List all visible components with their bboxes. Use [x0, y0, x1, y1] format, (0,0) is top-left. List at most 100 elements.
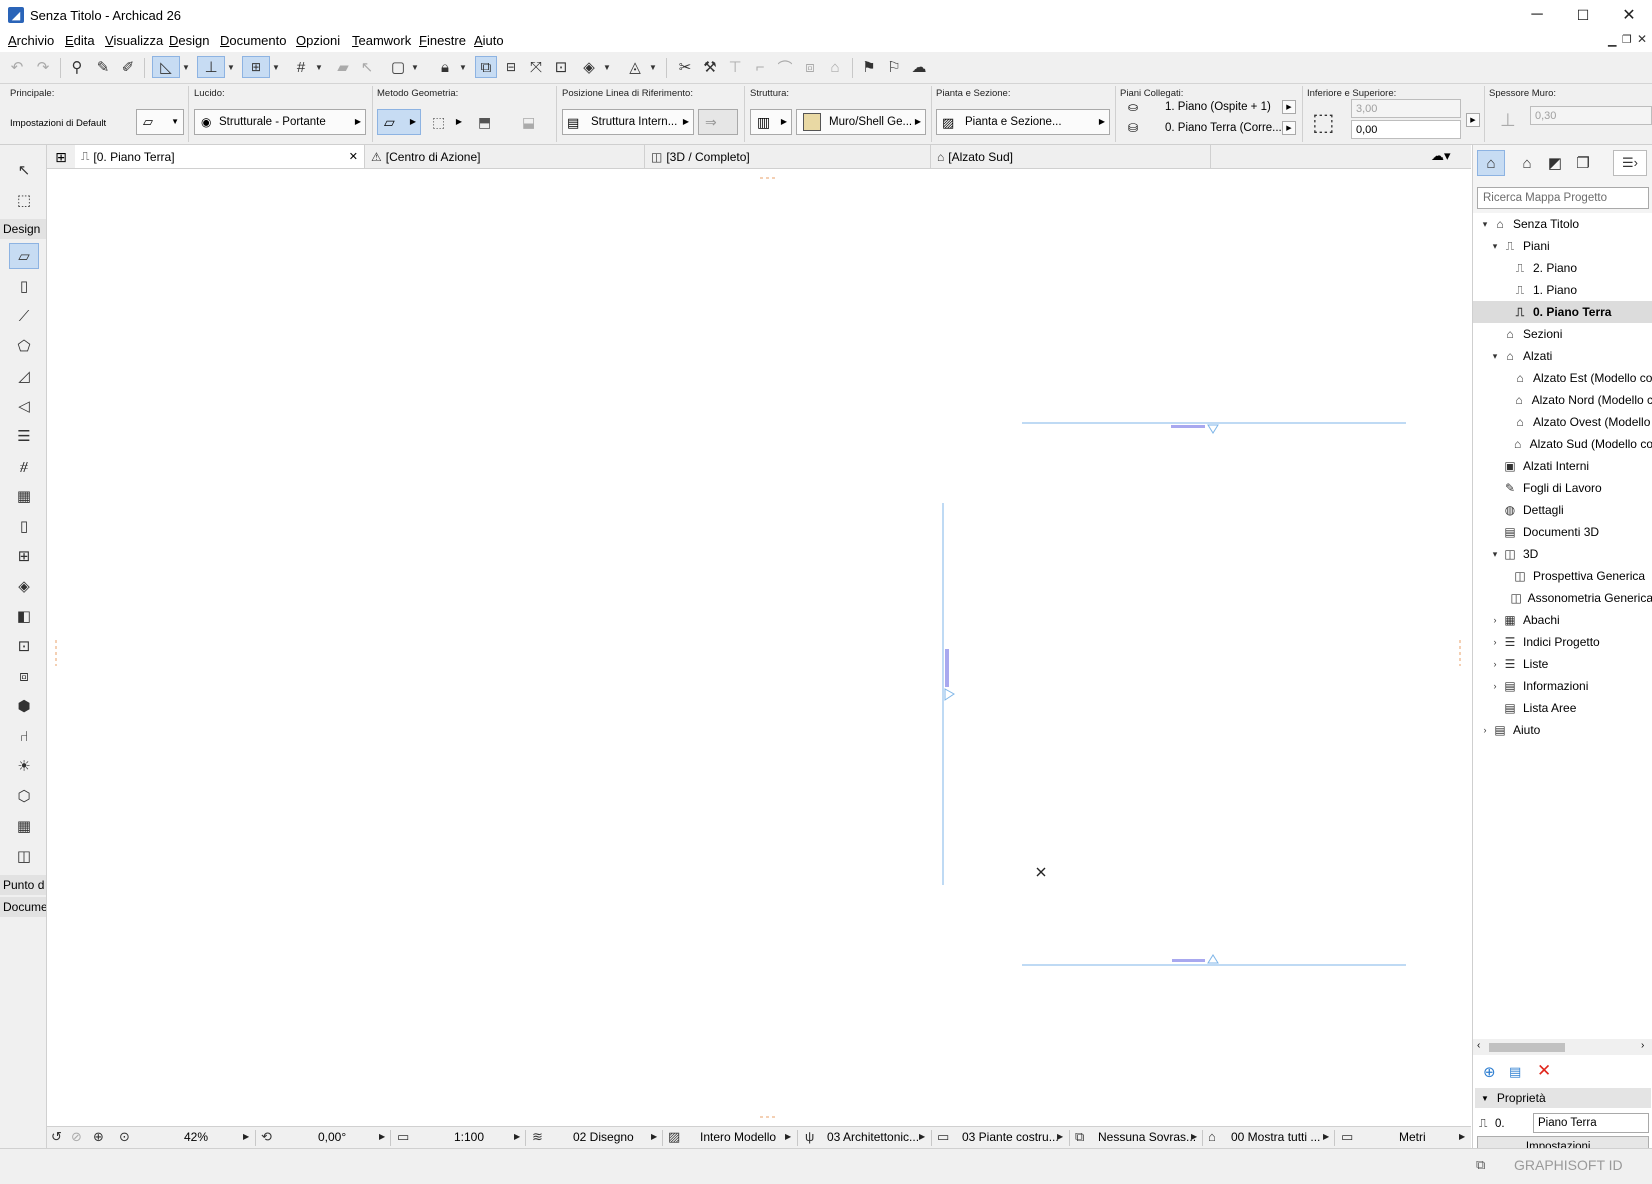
polygon-geometry-button[interactable]: ⬒ [471, 109, 507, 135]
story-name-field[interactable]: Piano Terra [1533, 1113, 1649, 1133]
redo-zoom-icon[interactable]: ⊘ [71, 1129, 82, 1145]
renovation-filter-value[interactable]: 00 Mostra tutti ... [1231, 1130, 1320, 1144]
teamwork-dropdown-icon[interactable]: ▼ [647, 56, 659, 78]
scroll-left-icon[interactable]: ‹ [1477, 1040, 1480, 1051]
menu-opzioni[interactable]: Opzioni [296, 33, 340, 48]
wall-thickness-field[interactable]: 0,30 [1530, 106, 1652, 125]
top-link-menu-button[interactable]: ▶ [1282, 100, 1296, 114]
reference-line-selector[interactable]: ▤ Struttura Intern... ▶ [562, 109, 694, 135]
tree-item[interactable]: › ▤ Informazioni [1473, 675, 1652, 697]
lock-icon[interactable]: 🔒︎ [434, 56, 456, 78]
teamwork-icon[interactable]: ◬ [624, 56, 646, 78]
coordinates-icon[interactable]: ⊞ [242, 56, 270, 78]
lamp-tool-icon[interactable]: ☀ [9, 753, 39, 779]
syringe-icon[interactable]: ✐ [117, 56, 139, 78]
expand-chevron-icon[interactable]: › [1489, 681, 1501, 691]
tree-item[interactable]: ⎍ 1. Piano [1473, 279, 1652, 301]
tree-item[interactable]: ✎ Fogli di Lavoro [1473, 477, 1652, 499]
windows-icon[interactable]: ⧉ [1476, 1157, 1485, 1173]
undo-icon[interactable]: ↶ [6, 56, 28, 78]
tab-plan[interactable]: ⎍ [0. Piano Terra] ✕ [75, 145, 365, 168]
tree-item[interactable]: ▤ Lista Aree [1473, 697, 1652, 719]
pointer-trace-icon[interactable]: ↖ [356, 56, 378, 78]
building-material-selector[interactable]: Muro/Shell Ge... ▶ [796, 109, 926, 135]
layers-toggle-icon[interactable]: ⧉ [475, 56, 497, 78]
undo-zoom-icon[interactable]: ↺ [51, 1129, 62, 1145]
minimize-button[interactable]: ─ [1514, 0, 1560, 30]
top-offset-field[interactable]: 3,00 [1351, 99, 1461, 118]
tree-item[interactable]: ◫ Prospettiva Generica [1473, 565, 1652, 587]
chevron-right-icon[interactable]: ▶ [785, 1132, 791, 1141]
wall-end-tool-icon[interactable]: ◧ [9, 603, 39, 629]
intersect-icon[interactable]: ⊤ [724, 56, 746, 78]
top-elevation-marker[interactable] [1171, 425, 1205, 428]
navigator-menu-icon[interactable]: ☰› [1613, 150, 1647, 176]
chevron-right-icon[interactable]: ▶ [514, 1132, 520, 1141]
corner-window-tool-icon[interactable]: ⊡ [9, 633, 39, 659]
trace-icon[interactable]: ▰ [332, 56, 354, 78]
chevron-right-icon[interactable]: ▶ [1323, 1132, 1329, 1141]
object-tool-icon[interactable]: ⑁ [9, 723, 39, 749]
chevron-right-icon[interactable]: ▶ [1191, 1132, 1197, 1141]
tree-horizontal-scrollbar[interactable]: ‹ › [1473, 1039, 1652, 1055]
frame-dropdown-icon[interactable]: ▼ [409, 56, 421, 78]
scroll-right-icon[interactable]: › [1641, 1040, 1644, 1051]
lock-dropdown-icon[interactable]: ▼ [457, 56, 469, 78]
flag-icon[interactable]: ⚑ [858, 56, 880, 78]
menu-documento[interactable]: Documento [220, 33, 286, 48]
tree-item[interactable]: ▣ Alzati Interni [1473, 455, 1652, 477]
menu-visualizza[interactable]: Visualizza [105, 33, 163, 48]
expand-chevron-icon[interactable]: › [1489, 659, 1501, 669]
straight-geometry-button[interactable]: ⏥ ▶ [377, 109, 421, 135]
floor-plan-section-selector[interactable]: ▨ Pianta e Sezione... ▶ [936, 109, 1110, 135]
menu-finestre[interactable]: Finestre [419, 33, 466, 48]
trapezoid-geometry-button[interactable]: ⬚ ▶ [425, 109, 467, 135]
tree-item[interactable]: ▾ ◫ 3D [1473, 543, 1652, 565]
layer-selector[interactable]: ◉ Strutturale - Portante ▶ [194, 109, 366, 135]
bottom-elevation-arrow-icon[interactable] [1207, 954, 1219, 964]
zone-tool-icon[interactable]: ⬡ [9, 783, 39, 809]
opening-tool-icon[interactable]: ▦ [9, 813, 39, 839]
explode-icon[interactable]: ⤧ [525, 56, 547, 78]
tree-item[interactable]: ◫ Assonometria Generica [1473, 587, 1652, 609]
tree-item[interactable]: ⌂ Alzato Ovest (Modello [1473, 411, 1652, 433]
chevron-right-icon[interactable]: ▶ [919, 1132, 925, 1141]
tab-elevation[interactable]: ⌂ [Alzato Sud] [931, 145, 1211, 168]
coordinates-dropdown-icon[interactable]: ▼ [270, 56, 282, 78]
offset-icon[interactable]: ⧈ [799, 56, 821, 78]
grid-snap-icon[interactable]: # [290, 56, 312, 78]
favorites-selector[interactable]: ▱ ▼ [136, 109, 184, 135]
units-value[interactable]: Metri [1399, 1130, 1426, 1144]
height-menu-button[interactable]: ▶ [1466, 113, 1480, 127]
bottom-offset-field[interactable]: 0,00 [1351, 120, 1461, 139]
navigator-search-input[interactable]: Ricerca Mappa Progetto [1477, 187, 1649, 209]
column-tool-icon[interactable]: ▯ [9, 273, 39, 299]
marquee-tool-icon[interactable]: ⬚ [9, 187, 39, 213]
tree-item[interactable]: ⌂ Alzato Nord (Modello c [1473, 389, 1652, 411]
pen-set-value[interactable]: 03 Architettonic... [827, 1130, 919, 1144]
chevron-right-icon[interactable]: ▶ [243, 1132, 249, 1141]
dimension-icon[interactable]: ⊟ [500, 56, 522, 78]
eyedropper-icon[interactable]: ✎ [92, 56, 114, 78]
tree-item[interactable]: ⌂ Alzato Est (Modello co [1473, 367, 1652, 389]
chevron-right-icon[interactable]: ▶ [1459, 1132, 1465, 1141]
tree-item[interactable]: ⌂ Alzato Sud (Modello co [1473, 433, 1652, 455]
mesh-tool-icon[interactable]: ⧈ [9, 663, 39, 689]
settings-icon[interactable]: ▤ [1509, 1064, 1521, 1080]
close-button[interactable]: ✕ [1606, 0, 1652, 30]
document-section-header[interactable]: Docume [0, 897, 46, 917]
shell-tool-icon[interactable]: ◁ [9, 393, 39, 419]
expand-chevron-icon[interactable]: › [1479, 725, 1491, 735]
floor-plan-canvas[interactable] [47, 169, 1471, 1126]
structure-type-selector[interactable]: ▥ ▶ [750, 109, 792, 135]
grid-dropdown-icon[interactable]: ▼ [313, 56, 325, 78]
expand-chevron-icon[interactable]: ▾ [1489, 351, 1501, 362]
arrow-tool-icon[interactable]: ↖ [9, 157, 39, 183]
window-tool-icon[interactable]: ⊞ [9, 543, 39, 569]
slanted-geometry-button[interactable]: ⬓ [515, 109, 551, 135]
delete-icon[interactable]: ✕ [1537, 1061, 1551, 1081]
menu-teamwork[interactable]: Teamwork [352, 33, 411, 48]
expand-chevron-icon[interactable]: › [1489, 637, 1501, 647]
rotation-value[interactable]: 0,00° [318, 1130, 346, 1144]
mdi-restore-icon[interactable]: ❐ [1622, 33, 1632, 46]
